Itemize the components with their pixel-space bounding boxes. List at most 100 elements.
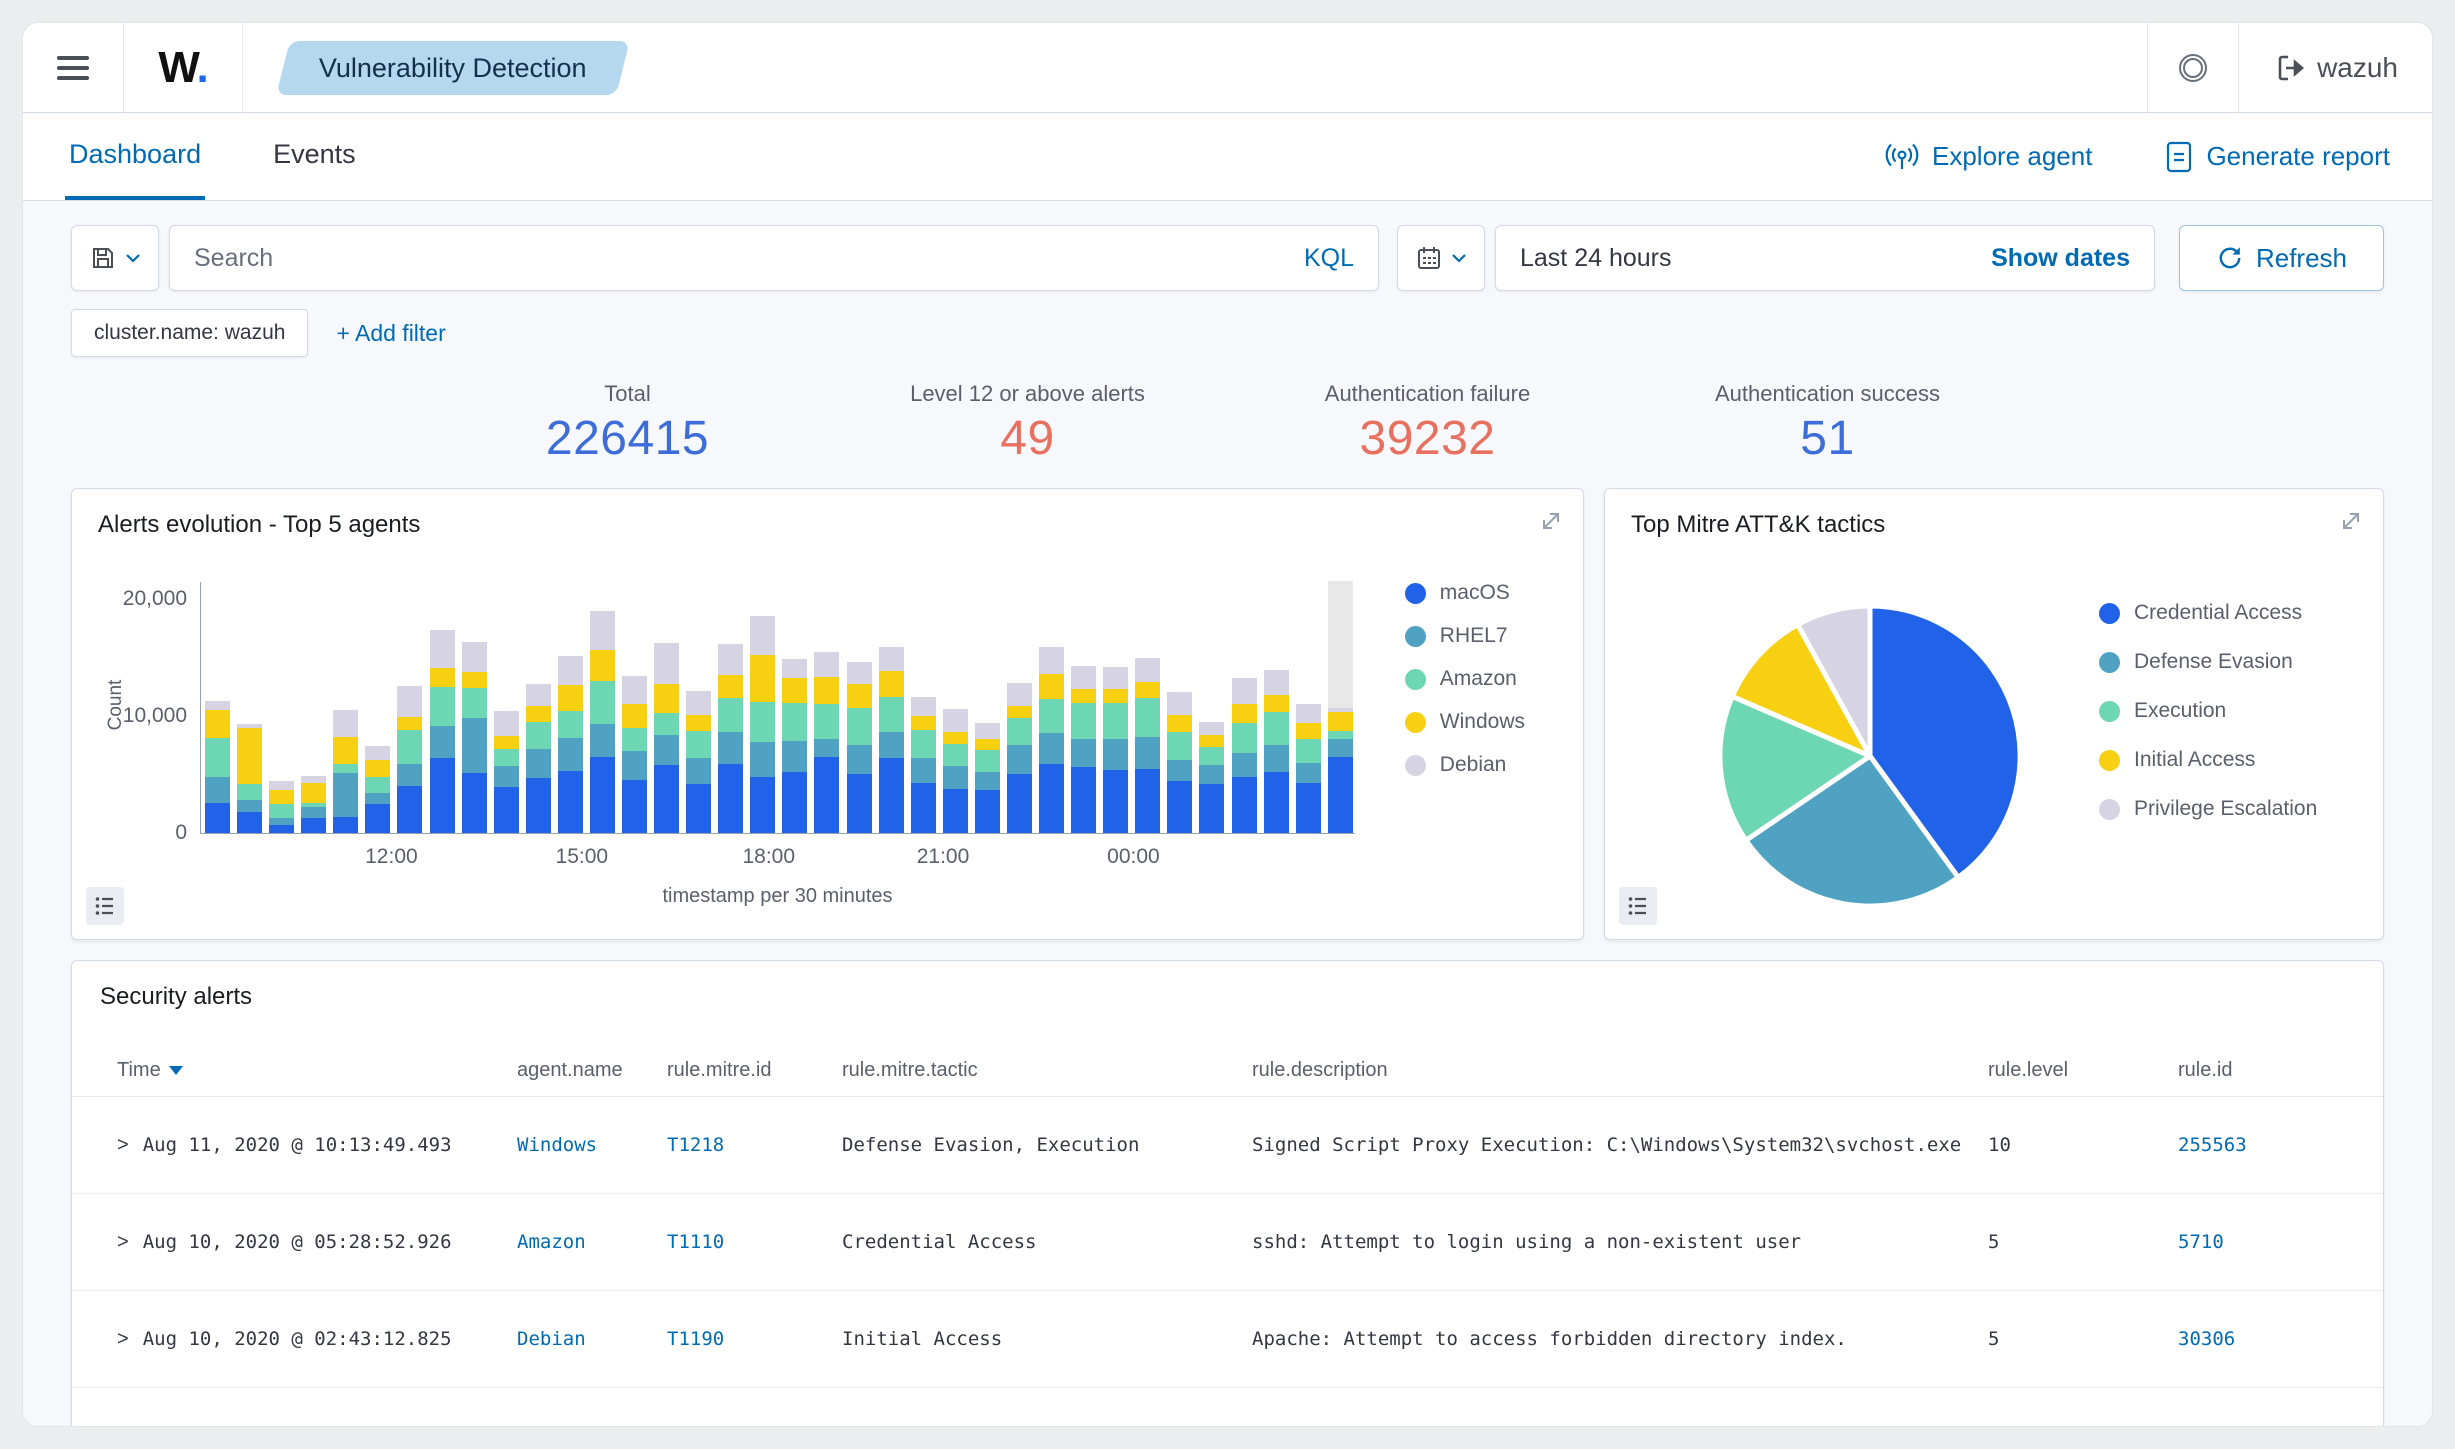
stacked-bar <box>237 724 263 833</box>
filter-pill[interactable]: cluster.name: wazuh <box>71 309 309 357</box>
table-cell: Amazon <box>517 1231 667 1253</box>
show-dates-button[interactable]: Show dates <box>1991 244 2130 273</box>
metric-value: 51 <box>1800 412 1855 465</box>
legend-item[interactable]: Execution <box>2099 699 2317 723</box>
stacked-bar <box>301 775 327 833</box>
table-cell: 5 <box>1988 1328 2000 1350</box>
metric: Total 226415 <box>428 381 828 466</box>
stacked-bar <box>525 684 551 833</box>
stacked-bar <box>589 611 615 833</box>
add-filter-button[interactable]: + Add filter <box>336 320 445 347</box>
stacked-bar <box>397 686 423 833</box>
legend-item[interactable]: Privilege Escalation <box>2099 797 2317 821</box>
column-header[interactable]: Time <box>117 1059 517 1082</box>
legend-item[interactable]: Amazon <box>1404 667 1525 691</box>
legend-label: Execution <box>2134 699 2227 722</box>
refresh-button[interactable]: Refresh <box>2179 225 2384 291</box>
metric-label: Level 12 or above alerts <box>910 381 1145 406</box>
wazuh-logo[interactable]: W. <box>124 43 242 93</box>
explore-agent-button[interactable]: Explore agent <box>1884 140 2092 174</box>
legend-label: Credential Access <box>2134 601 2303 624</box>
legend-toggle-button[interactable] <box>1619 887 1657 925</box>
search-input[interactable] <box>194 243 1288 273</box>
stacked-bar <box>686 691 712 833</box>
panel-title: Alerts evolution - Top 5 agents <box>98 511 421 538</box>
table-cell: 5 <box>1988 1231 2000 1253</box>
column-header[interactable]: rule.mitre.id <box>667 1059 842 1082</box>
legend-item[interactable]: macOS <box>1404 581 1525 605</box>
expand-row-icon[interactable]: > <box>117 1134 129 1157</box>
column-header[interactable]: rule.level <box>1988 1059 2178 1082</box>
x-tick-label: 00:00 <box>1107 845 1160 868</box>
table-row[interactable]: > Aug 10, 2020 @ 05:28:52.926 Amazon T1110 C… <box>72 1194 2383 1291</box>
stacked-bar <box>1199 721 1225 833</box>
table-cell: Apache: Attempt to access forbidden dire… <box>1252 1328 1847 1350</box>
saved-queries-button[interactable] <box>71 225 159 291</box>
legend-dot-icon <box>1404 668 1426 690</box>
kql-toggle[interactable]: KQL <box>1304 244 1354 273</box>
alerts-evolution-panel: Alerts evolution - Top 5 agents Count 01… <box>71 488 1584 940</box>
legend-dot-icon <box>2099 700 2120 722</box>
column-header[interactable]: rule.mitre.tactic <box>842 1059 1252 1082</box>
legend-item[interactable]: Initial Access <box>2099 748 2317 772</box>
stacked-bar <box>750 616 776 833</box>
legend-item[interactable]: Windows <box>1404 710 1525 734</box>
module-tabbar: Dashboard Events Explore agent Generate … <box>23 113 2432 201</box>
legend-item[interactable]: Credential Access <box>2099 601 2317 625</box>
menu-icon[interactable] <box>23 23 123 113</box>
table-cell: Initial Access <box>842 1328 1003 1350</box>
stacked-bar <box>1135 658 1161 833</box>
stacked-bar <box>1295 704 1321 833</box>
app-window: W. Vulnerability Detection wazuh Dashboa… <box>22 22 2433 1427</box>
cell-link[interactable]: T1190 <box>667 1328 724 1350</box>
cell-link[interactable]: T1110 <box>667 1231 724 1253</box>
cell-link[interactable]: 5710 <box>2178 1231 2224 1253</box>
stacked-bar <box>493 711 519 833</box>
expand-panel-button[interactable] <box>2337 507 2365 535</box>
logout-button[interactable]: wazuh <box>2239 23 2432 113</box>
table-cell: T1218 <box>667 1134 842 1156</box>
column-header[interactable]: rule.id <box>2178 1059 2338 1082</box>
expand-panel-button[interactable] <box>1537 507 1565 535</box>
list-icon <box>95 897 113 915</box>
quick-ranges-button[interactable] <box>1397 225 1485 291</box>
table-cell: 255563 <box>2178 1134 2338 1156</box>
stacked-bar <box>942 708 968 833</box>
legend-item[interactable]: Defense Evasion <box>2099 650 2317 674</box>
tab-events[interactable]: Events <box>269 113 360 200</box>
legend-item[interactable]: Debian <box>1404 753 1525 777</box>
stacked-bar <box>622 676 648 833</box>
cell-link[interactable]: Windows <box>517 1134 597 1156</box>
bar-series <box>205 580 1353 833</box>
stacked-bar <box>1327 580 1353 833</box>
table-cell: > Aug 11, 2020 @ 10:13:49.493 <box>117 1133 452 1157</box>
table-row[interactable]: > Aug 11, 2020 @ 10:13:49.493 Windows T1218… <box>72 1097 2383 1194</box>
metric: Level 12 or above alerts 49 <box>828 381 1228 466</box>
legend-item[interactable]: RHEL7 <box>1404 624 1525 648</box>
table-cell: Defense Evasion, Execution <box>842 1134 1140 1156</box>
legend-toggle-button[interactable] <box>86 887 124 925</box>
column-header[interactable]: agent.name <box>517 1059 667 1082</box>
generate-report-button[interactable]: Generate report <box>2164 140 2390 174</box>
y-tick-label: 20,000 <box>122 586 187 610</box>
dashboard-content: KQL Last 24 hours Show dates <box>23 201 2432 1426</box>
chart-legend: macOS RHEL7 Amazon Windows Debian <box>1404 581 1525 777</box>
legend-dot-icon <box>1404 625 1426 647</box>
column-header[interactable]: rule.description <box>1252 1059 1988 1082</box>
expand-row-icon[interactable]: > <box>117 1231 129 1254</box>
time-range-value[interactable]: Last 24 hours <box>1520 244 1672 273</box>
cell-link[interactable]: T1218 <box>667 1134 724 1156</box>
cell-link[interactable]: Debian <box>517 1328 586 1350</box>
tab-dashboard[interactable]: Dashboard <box>65 113 206 200</box>
table-cell: sshd: Attempt to login using a non-exist… <box>1252 1231 1802 1253</box>
date-picker: Last 24 hours Show dates <box>1495 225 2155 291</box>
space-selector-button[interactable] <box>2148 23 2238 113</box>
stacked-bar <box>782 658 808 833</box>
cell-link[interactable]: Amazon <box>517 1231 586 1253</box>
stacked-bar <box>269 781 295 833</box>
chevron-down-icon <box>1451 254 1466 263</box>
expand-row-icon[interactable]: > <box>117 1328 129 1351</box>
cell-link[interactable]: 30306 <box>2178 1328 2235 1350</box>
table-row[interactable]: > Aug 10, 2020 @ 02:43:12.825 Debian T1190 I… <box>72 1291 2383 1388</box>
cell-link[interactable]: 255563 <box>2178 1134 2247 1156</box>
